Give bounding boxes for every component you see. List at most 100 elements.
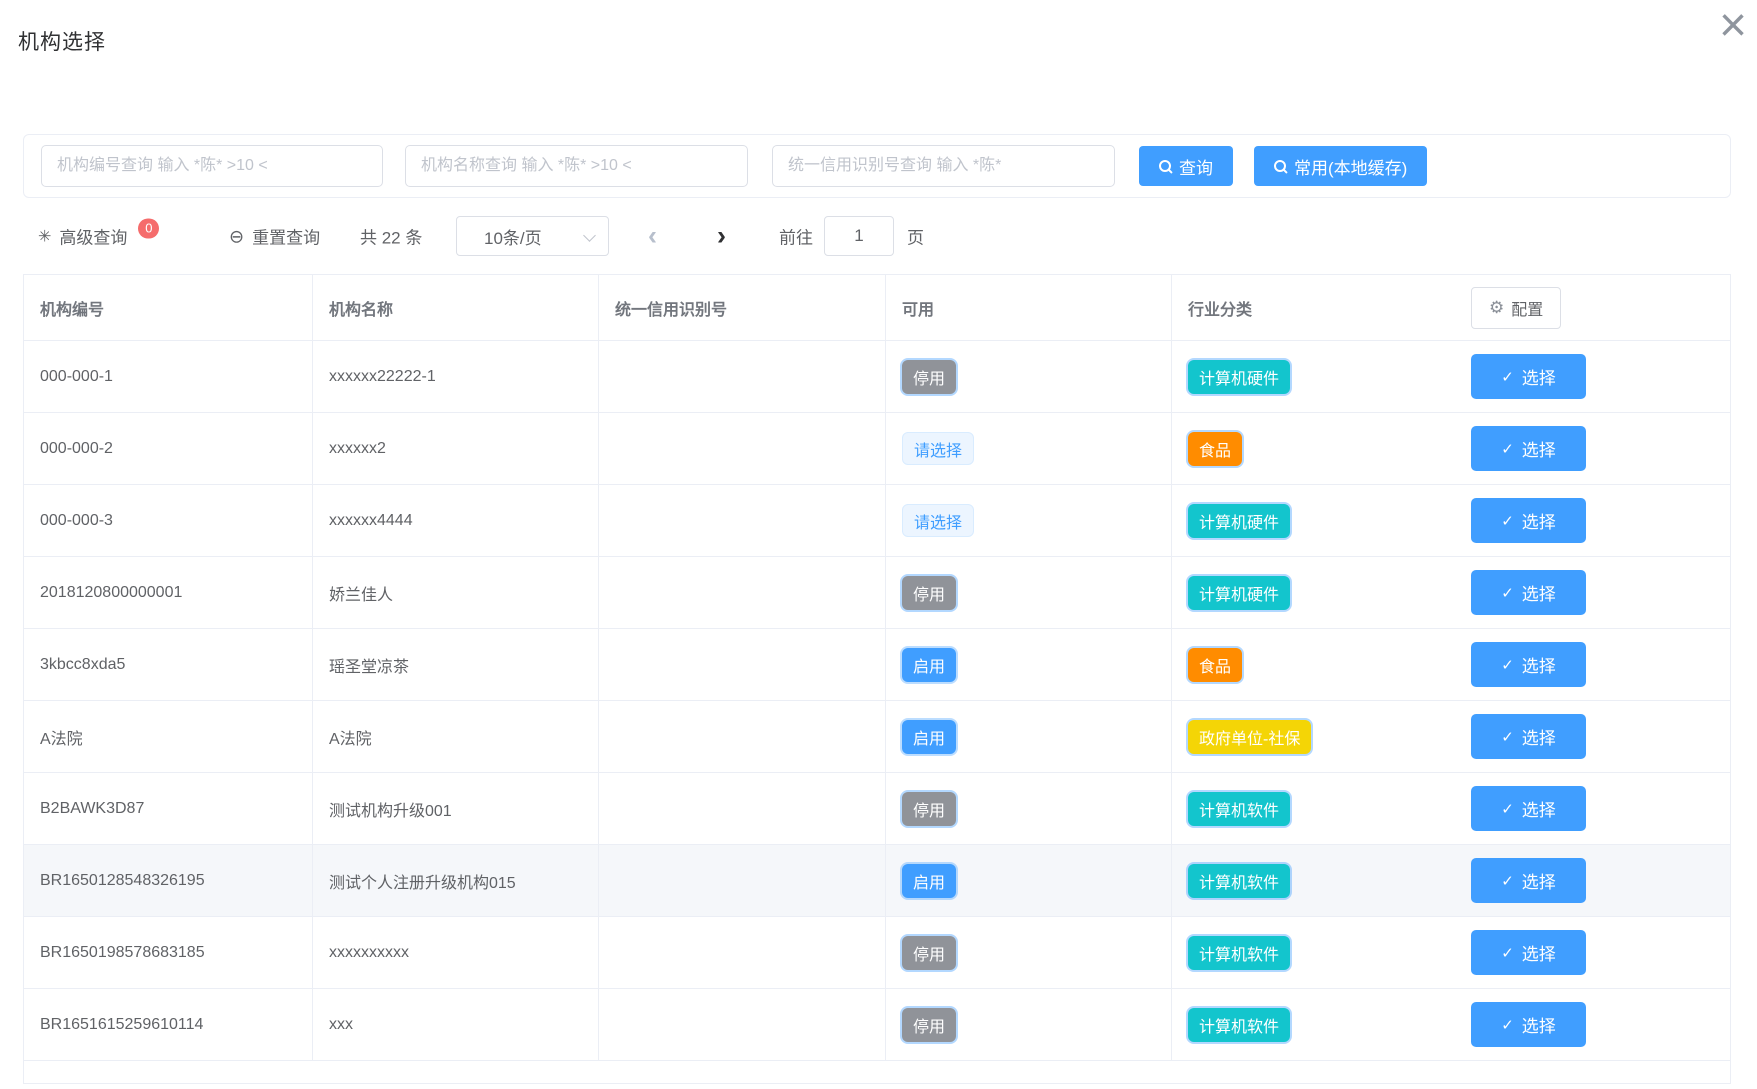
- cell-action: ✓ 选择: [1449, 989, 1730, 1060]
- page-size-select[interactable]: 10条/页: [456, 216, 609, 256]
- cell-org-no: 3kbcc8xda5: [24, 629, 313, 700]
- cell-org-no: BR1650198578683185: [24, 917, 313, 988]
- check-icon: ✓: [1501, 512, 1514, 530]
- cell-action: ✓ 选择: [1449, 845, 1730, 916]
- goto-page-input[interactable]: [824, 216, 894, 256]
- select-button[interactable]: ✓ 选择: [1471, 570, 1586, 615]
- advanced-query-icon: ✳: [38, 226, 51, 246]
- cell-status: 停用: [886, 773, 1172, 844]
- select-button[interactable]: ✓ 选择: [1471, 426, 1586, 471]
- cell-credit-no: [599, 773, 886, 844]
- industry-tag[interactable]: 计算机软件: [1188, 864, 1290, 898]
- cell-status: 请选择: [886, 485, 1172, 556]
- select-button[interactable]: ✓ 选择: [1471, 354, 1586, 399]
- status-tag[interactable]: 停用: [902, 1008, 956, 1042]
- check-icon: ✓: [1501, 872, 1514, 890]
- table-row: 000-000-3 xxxxxx4444 请选择 计算机硬件 ✓ 选择: [24, 485, 1730, 557]
- select-button[interactable]: ✓ 选择: [1471, 930, 1586, 975]
- cell-industry: 计算机软件: [1172, 773, 1449, 844]
- page-title: 机构选择: [18, 26, 106, 56]
- cell-industry: 食品: [1172, 413, 1449, 484]
- goto-suffix: 页: [907, 224, 924, 249]
- select-button[interactable]: ✓ 选择: [1471, 786, 1586, 831]
- status-tag[interactable]: 停用: [902, 936, 956, 970]
- industry-tag[interactable]: 计算机软件: [1188, 936, 1290, 970]
- industry-tag[interactable]: 政府单位-社保: [1188, 720, 1311, 754]
- table-row: B2BAWK3D87 测试机构升级001 停用 计算机软件 ✓ 选择: [24, 773, 1730, 845]
- table-row: BR1651615259610114 xxx 停用 计算机软件 ✓ 选择: [24, 989, 1730, 1061]
- close-icon[interactable]: ×: [1719, 0, 1747, 53]
- common-cache-button[interactable]: 常用(本地缓存): [1254, 146, 1427, 186]
- select-button[interactable]: ✓ 选择: [1471, 1002, 1586, 1047]
- cell-action: ✓ 选择: [1449, 341, 1730, 412]
- table-empty-space: [24, 1061, 1730, 1083]
- org-name-search-input[interactable]: [405, 145, 748, 187]
- cell-status: 启用: [886, 701, 1172, 772]
- cell-org-no: BR1651615259610114: [24, 989, 313, 1060]
- check-icon: ✓: [1501, 1016, 1514, 1034]
- cell-industry: 食品: [1172, 629, 1449, 700]
- cell-industry: 计算机软件: [1172, 845, 1449, 916]
- check-icon: ✓: [1501, 440, 1514, 458]
- cell-status: 停用: [886, 557, 1172, 628]
- status-tag[interactable]: 启用: [902, 720, 956, 754]
- industry-tag[interactable]: 计算机硬件: [1188, 504, 1290, 538]
- header-action: ⚙ 配置: [1449, 275, 1730, 340]
- status-tag[interactable]: 停用: [902, 576, 956, 610]
- org-table: 机构编号 机构名称 统一信用识别号 可用 行业分类 ⚙ 配置 000-000-1…: [23, 274, 1731, 1084]
- cell-credit-no: [599, 845, 886, 916]
- select-button[interactable]: ✓ 选择: [1471, 498, 1586, 543]
- credit-no-search-input[interactable]: [772, 145, 1115, 187]
- cell-org-name: 测试机构升级001: [313, 773, 599, 844]
- search-panel: 查询 常用(本地缓存): [23, 134, 1731, 198]
- table-row: 2018120800000001 娇兰佳人 停用 计算机硬件 ✓ 选择: [24, 557, 1730, 629]
- cell-credit-no: [599, 485, 886, 556]
- industry-tag[interactable]: 计算机软件: [1188, 792, 1290, 826]
- cell-industry: 计算机软件: [1172, 989, 1449, 1060]
- org-no-search-input[interactable]: [41, 145, 383, 187]
- cell-credit-no: [599, 701, 886, 772]
- cell-action: ✓ 选择: [1449, 701, 1730, 772]
- cell-credit-no: [599, 989, 886, 1060]
- cell-industry: 计算机硬件: [1172, 485, 1449, 556]
- header-industry: 行业分类: [1172, 275, 1449, 340]
- status-tag[interactable]: 启用: [902, 648, 956, 682]
- status-tag[interactable]: 请选择: [902, 504, 974, 537]
- query-button[interactable]: 查询: [1139, 146, 1233, 186]
- select-button[interactable]: ✓ 选择: [1471, 714, 1586, 759]
- select-button[interactable]: ✓ 选择: [1471, 858, 1586, 903]
- industry-tag[interactable]: 计算机硬件: [1188, 360, 1290, 394]
- table-row: 000-000-1 xxxxxx22222-1 停用 计算机硬件 ✓ 选择: [24, 341, 1730, 413]
- reset-query-button[interactable]: ⊖ 重置查询: [229, 224, 320, 249]
- prev-page-button[interactable]: ‹: [648, 221, 657, 252]
- config-button[interactable]: ⚙ 配置: [1471, 287, 1561, 329]
- cell-org-no: A法院: [24, 701, 313, 772]
- cell-industry: 政府单位-社保: [1172, 701, 1449, 772]
- advanced-query-button[interactable]: ✳ 高级查询 0: [38, 224, 159, 249]
- cell-credit-no: [599, 413, 886, 484]
- check-icon: ✓: [1501, 944, 1514, 962]
- industry-tag[interactable]: 计算机软件: [1188, 1008, 1290, 1042]
- header-org-no: 机构编号: [24, 275, 313, 340]
- cell-status: 停用: [886, 341, 1172, 412]
- cell-credit-no: [599, 341, 886, 412]
- status-tag[interactable]: 停用: [902, 792, 956, 826]
- cell-org-no: 000-000-3: [24, 485, 313, 556]
- industry-tag[interactable]: 计算机硬件: [1188, 576, 1290, 610]
- status-tag[interactable]: 启用: [902, 864, 956, 898]
- table-header-row: 机构编号 机构名称 统一信用识别号 可用 行业分类 ⚙ 配置: [24, 275, 1730, 341]
- industry-tag[interactable]: 食品: [1188, 432, 1242, 466]
- next-page-button[interactable]: ›: [717, 221, 726, 252]
- check-icon: ✓: [1501, 584, 1514, 602]
- cell-org-name: A法院: [313, 701, 599, 772]
- cell-org-name: xxx: [313, 989, 599, 1060]
- cell-action: ✓ 选择: [1449, 917, 1730, 988]
- chevron-down-icon: [583, 229, 596, 242]
- cell-org-name: xxxxxx22222-1: [313, 341, 599, 412]
- status-tag[interactable]: 停用: [902, 360, 956, 394]
- cell-action: ✓ 选择: [1449, 557, 1730, 628]
- cell-industry: 计算机硬件: [1172, 341, 1449, 412]
- select-button[interactable]: ✓ 选择: [1471, 642, 1586, 687]
- status-tag[interactable]: 请选择: [902, 432, 974, 465]
- industry-tag[interactable]: 食品: [1188, 648, 1242, 682]
